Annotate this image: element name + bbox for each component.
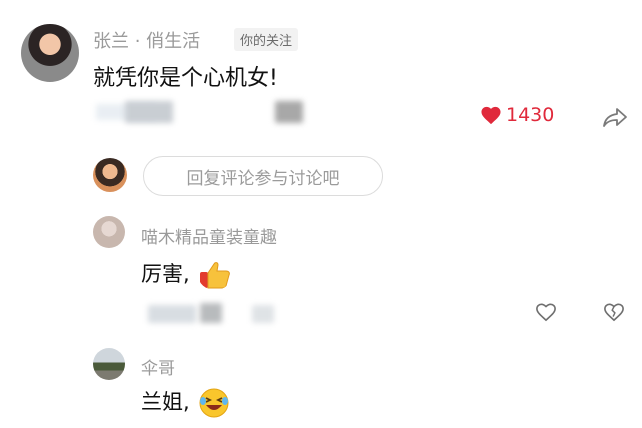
blurred-meta — [125, 101, 173, 123]
dislike-icon[interactable] — [603, 302, 625, 322]
reply-text: 厉害, — [141, 258, 232, 290]
reply-placeholder: 回复评论参与讨论吧 — [186, 168, 340, 189]
reply-avatar[interactable] — [93, 348, 125, 380]
comment-username[interactable]: 张兰 · 俏生活 — [93, 27, 200, 53]
blurred-meta — [148, 305, 196, 323]
following-badge: 你的关注 — [234, 28, 299, 51]
laughing-crying-icon — [199, 388, 229, 418]
share-icon[interactable] — [602, 106, 628, 128]
blurred-meta — [275, 101, 303, 123]
comment-text: 就凭你是个心机女! — [93, 66, 278, 91]
blurred-meta — [252, 305, 274, 323]
blurred-meta — [200, 303, 222, 323]
reply-username[interactable]: 伞哥 — [141, 354, 175, 379]
reply-text: 兰姐, — [141, 386, 230, 419]
reply-avatar[interactable] — [93, 216, 125, 248]
thumbs-up-icon — [200, 262, 231, 289]
heart-outline-icon[interactable] — [535, 302, 557, 322]
heart-icon[interactable] — [480, 105, 502, 125]
reply-input[interactable]: 回复评论参与讨论吧 — [143, 156, 383, 196]
avatar[interactable] — [21, 24, 79, 82]
like-count: 1430 — [506, 104, 555, 126]
reply-username[interactable]: 喵木精品童装童趣 — [141, 223, 277, 248]
my-avatar — [93, 158, 127, 192]
